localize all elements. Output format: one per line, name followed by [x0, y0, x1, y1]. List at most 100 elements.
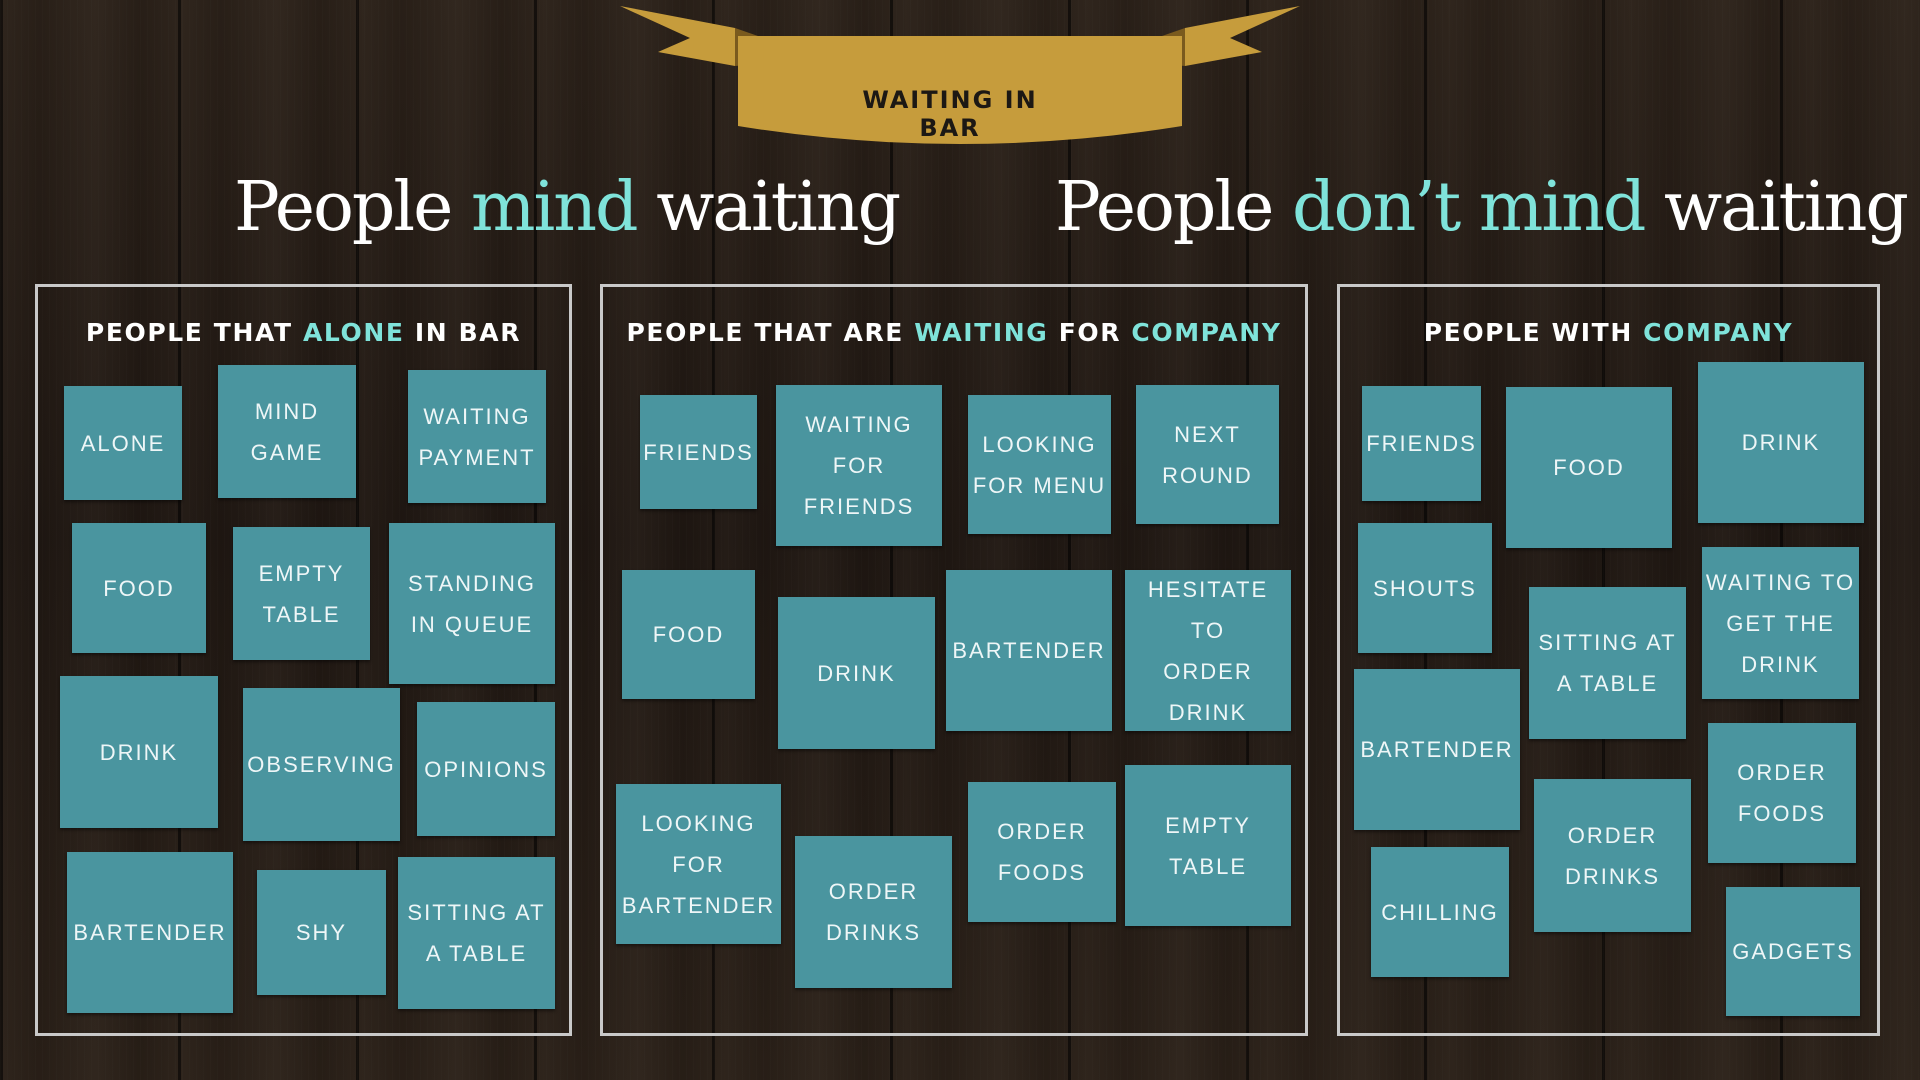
headline-mind-waiting: People mind waiting	[234, 168, 901, 247]
note-line: MIND	[254, 398, 320, 424]
sticky-note: BARTENDER	[1354, 669, 1520, 830]
title-accent: ALONE	[302, 318, 405, 347]
note-line: CHILLING	[1381, 899, 1499, 925]
note-line: ORDER	[1163, 658, 1253, 684]
note-line: DRINKS	[1564, 863, 1661, 889]
note-line: FOODS	[1737, 801, 1827, 826]
note-line: IN QUEUE	[410, 611, 534, 637]
note-line: ALONE	[80, 430, 166, 456]
sticky-note: ORDER FOODS	[968, 782, 1116, 922]
note-line: DRINK	[817, 660, 896, 686]
note-line: WAITING	[805, 412, 913, 437]
sticky-note: ALONE	[64, 386, 182, 500]
sticky-note: SITTING AT A TABLE	[1529, 587, 1686, 739]
sticky-note: BARTENDER	[946, 570, 1112, 731]
title-part: PEOPLE WITH	[1423, 318, 1644, 347]
banner-title: WAITING IN BAR	[862, 86, 1038, 142]
sticky-note: CHILLING	[1371, 847, 1509, 977]
note-line: WAITING	[423, 403, 531, 429]
note-line: SHOUTS	[1373, 575, 1477, 601]
note-line: BARTENDER	[1360, 737, 1514, 762]
note-line: ORDER	[1737, 760, 1827, 785]
title-accent: WAITING	[914, 318, 1049, 347]
note-line: FRIENDS	[803, 494, 915, 519]
sticky-note: DRINK	[1698, 362, 1864, 523]
sticky-note: ORDER FOODS	[1708, 723, 1856, 863]
sticky-note: FOOD	[72, 523, 206, 653]
note-line: PAYMENT	[418, 444, 536, 470]
note-line: DRINKS	[825, 920, 922, 945]
note-line: OPINIONS	[424, 756, 548, 782]
title-accent: COMPANY	[1643, 318, 1794, 347]
note-line: NEXT	[1174, 421, 1241, 447]
note-line: ORDER	[828, 879, 919, 904]
note-line: FOODS	[997, 860, 1087, 885]
sticky-note: BARTENDER	[67, 852, 233, 1013]
note-line: TABLE	[262, 601, 341, 627]
note-line: WAITING TO	[1705, 569, 1856, 595]
sticky-note: SHOUTS	[1358, 523, 1492, 653]
note-line: A TABLE	[1556, 671, 1659, 696]
sticky-note: FRIENDS	[1362, 386, 1481, 501]
note-line: STANDING	[407, 570, 537, 596]
note-line: OBSERVING	[247, 752, 396, 777]
note-line: BARTENDER	[621, 892, 776, 918]
note-line: TABLE	[1168, 853, 1248, 879]
sticky-note: WAITING FOR FRIENDS	[776, 385, 942, 546]
panel-title: PEOPLE THAT ALONE IN BAR	[38, 318, 569, 347]
headline-accent: mind	[471, 168, 639, 247]
note-line: GAME	[250, 439, 324, 465]
note-line: DRINK	[1741, 430, 1821, 455]
note-line: SITTING AT	[407, 900, 546, 925]
sticky-note: FOOD	[1506, 387, 1672, 548]
note-line: BARTENDER	[952, 638, 1106, 663]
note-line: GADGETS	[1732, 939, 1854, 964]
note-line: EMPTY	[1165, 812, 1251, 838]
headline-word: People	[1055, 168, 1274, 247]
sticky-note: EMPTY TABLE	[233, 527, 370, 660]
sticky-note: WAITING TO GET THE DRINK	[1702, 547, 1859, 699]
sticky-note: HESITATE TO ORDER DRINK	[1125, 570, 1291, 731]
sticky-note: STANDING IN QUEUE	[389, 523, 555, 684]
headline-word: People	[234, 168, 453, 247]
note-line: FOR MENU	[972, 472, 1107, 498]
sticky-note: ORDER DRINKS	[1534, 779, 1691, 932]
sticky-note: LOOKING FOR MENU	[968, 395, 1111, 534]
sticky-note: MIND GAME	[218, 365, 356, 498]
note-line: DRINK	[99, 739, 179, 765]
note-line: EMPTY	[258, 560, 345, 586]
sticky-note: SITTING AT A TABLE	[398, 857, 555, 1009]
note-line: HESITATE TO	[1147, 576, 1269, 643]
sticky-note: OPINIONS	[417, 702, 555, 836]
note-line: SITTING AT	[1538, 630, 1677, 655]
sticky-note: GADGETS	[1726, 887, 1860, 1016]
note-line: A TABLE	[425, 941, 528, 966]
note-line: DRINK	[1741, 651, 1820, 677]
note-line: FOOD	[1553, 455, 1625, 480]
headline-word: waiting	[1664, 168, 1909, 247]
sticky-note: LOOKING FOR BARTENDER	[616, 784, 781, 944]
note-line: DRINK	[1168, 699, 1248, 725]
sticky-note: DRINK	[778, 597, 935, 749]
title-accent: COMPANY	[1131, 318, 1282, 347]
panel-title: PEOPLE THAT ARE WAITING FOR COMPANY	[603, 318, 1305, 347]
note-line: LOOKING	[641, 810, 756, 836]
note-line: FOOD	[652, 622, 725, 647]
note-line: ROUND	[1162, 462, 1253, 488]
sticky-note: NEXT ROUND	[1136, 385, 1279, 524]
headline-word: waiting	[656, 168, 901, 247]
sticky-note: FRIENDS	[640, 395, 757, 509]
note-line: ORDER	[1567, 822, 1658, 848]
title-part: IN BAR	[404, 318, 522, 347]
sticky-note: OBSERVING	[243, 688, 400, 841]
sticky-note: DRINK	[60, 676, 218, 828]
sticky-note: FOOD	[622, 570, 755, 699]
note-line: FOR	[672, 851, 725, 877]
title-part: FOR	[1048, 318, 1132, 347]
note-line: FRIENDS	[1366, 431, 1477, 456]
sticky-note: EMPTY TABLE	[1125, 765, 1291, 926]
title-part: PEOPLE THAT ARE	[626, 318, 915, 347]
note-line: LOOKING	[982, 431, 1097, 457]
headline-dont-mind-waiting: People don’t mind waiting	[1055, 168, 1909, 247]
note-line: FRIENDS	[643, 439, 754, 465]
